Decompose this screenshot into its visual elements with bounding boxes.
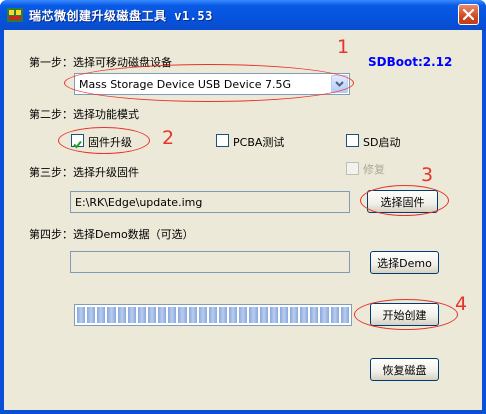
sdboot-version-label: SDBoot:2.12: [368, 55, 453, 69]
restore-disk-button[interactable]: 恢复磁盘: [370, 358, 439, 381]
progress-segment: [300, 307, 309, 323]
step3-label: 第三步：选择升级固件: [29, 166, 139, 179]
progress-segment: [259, 307, 268, 323]
repair-checkbox[interactable]: [346, 162, 359, 175]
progress-segment: [198, 307, 207, 323]
progress-segment: [320, 307, 329, 323]
annotation-number-3: 3: [421, 164, 434, 186]
progress-segment: [249, 307, 258, 323]
step4-label: 第四步：选择Demo数据（可选）: [29, 228, 194, 241]
progress-segment: [218, 307, 228, 323]
client-area: 第一步：选择可移动磁盘设备 SDBoot:2.12 Mass Storage D…: [4, 30, 482, 410]
annotation-number-2: 2: [162, 127, 175, 149]
annotation-number-4: 4: [455, 293, 468, 315]
pcba-test-label[interactable]: PCBA测试: [233, 134, 284, 150]
window-title: 瑞芯微创建升级磁盘工具 v1.53: [29, 9, 213, 23]
sd-boot-checkbox[interactable]: [346, 134, 359, 147]
progress-segment: [229, 307, 238, 323]
progress-segment: [107, 307, 116, 323]
app-icon: [6, 6, 24, 24]
progress-segment: [340, 307, 349, 323]
title-bar[interactable]: 瑞芯微创建升级磁盘工具 v1.53: [0, 0, 486, 30]
progress-segment: [289, 307, 299, 323]
progress-segment: [330, 307, 339, 323]
demo-path-field[interactable]: [70, 251, 350, 273]
progress-segment: [279, 307, 288, 323]
progress-segment: [77, 307, 86, 323]
annotation-ellipse-4: [354, 299, 458, 330]
progress-segment: [97, 307, 106, 323]
annotation-number-1: 1: [337, 36, 350, 58]
progress-segment: [269, 307, 278, 323]
progress-segment: [87, 307, 96, 323]
step2-label: 第二步：选择功能模式: [29, 108, 139, 121]
progress-segment: [188, 307, 197, 323]
close-icon: [463, 9, 474, 20]
close-button[interactable]: [458, 4, 479, 25]
progress-segment: [117, 307, 126, 323]
annotation-ellipse-1: [64, 64, 354, 102]
firmware-path-field[interactable]: E:\RK\Edge\update.img: [70, 191, 350, 213]
progress-segment: [310, 307, 319, 323]
sd-boot-label[interactable]: SD启动: [363, 134, 400, 150]
progress-bar: [74, 304, 352, 326]
app-window: 瑞芯微创建升级磁盘工具 v1.53 第一步：选择可移动磁盘设备 SDBoot:2…: [0, 0, 486, 414]
progress-segment: [147, 307, 157, 323]
pcba-test-checkbox[interactable]: [216, 134, 229, 147]
progress-segment: [137, 307, 146, 323]
select-demo-button[interactable]: 选择Demo: [370, 251, 439, 274]
progress-segment: [168, 307, 177, 323]
progress-segment: [208, 307, 217, 323]
progress-segment: [158, 307, 167, 323]
progress-segment: [178, 307, 187, 323]
progress-segment: [239, 307, 248, 323]
annotation-ellipse-2: [58, 127, 150, 154]
annotation-ellipse-3: [360, 185, 449, 216]
repair-label: 修复: [363, 163, 385, 176]
progress-segment: [127, 307, 136, 323]
